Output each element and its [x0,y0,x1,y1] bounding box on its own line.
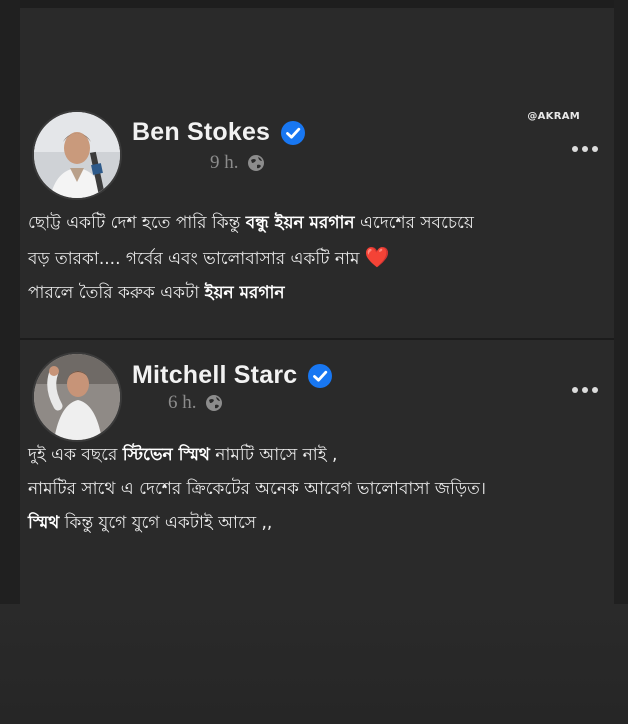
post-time[interactable]: 9 h. [210,152,239,174]
avatar[interactable] [32,352,122,442]
post-text: ছোট্ট একটি দেশ হতে পারি কিন্তু বন্ধু ইয়… [28,206,608,310]
post-meta: 9 h. [210,152,265,174]
post-text-line: দুই এক বছরে স্টিভেন স্মিথ নামটি আসে নাই … [28,438,608,472]
highlight-name: ইয়ন মরগান [204,283,285,303]
post-text-line: বড় তারকা.... গর্বের এবং ভালোবাসার একটি … [28,240,608,276]
post-text-line: নামটির সাথে এ দেশের ক্রিকেটের অনেক আবেগ … [28,472,608,506]
post-time[interactable]: 6 h. [168,392,197,414]
author-name-text[interactable]: Ben Stokes [132,118,270,147]
highlight-name: স্টিভেন স্মিথ [122,445,210,465]
verified-badge-icon [308,363,333,388]
heart-emoji: ❤️ [364,245,390,269]
text-span: নামটির সাথে এ দেশের ক্রিকেটের অনেক আবেগ … [28,479,486,499]
avatar-photo [34,112,120,198]
more-options-icon[interactable] [572,387,598,393]
text-span: এদেশের সবচেয়ে [354,213,474,233]
post-ben-stokes: Ben Stokes 9 h. @AKRAM ছোট্ট একটি দেশ হত… [20,96,614,338]
author-name[interactable]: Mitchell Starc [132,361,333,390]
avatar[interactable] [32,110,122,200]
post-text-line: ছোট্ট একটি দেশ হতে পারি কিন্তু বন্ধু ইয়… [28,206,608,240]
globe-icon [247,155,264,171]
highlight-name: বন্ধু ইয়ন মরগান [245,213,355,233]
post-mitchell-starc: Mitchell Starc 6 h. দুই এক বছরে স্টিভেন … [20,340,614,640]
text-span: ছোট্ট একটি দেশ হতে পারি কিন্তু [28,213,246,233]
avatar-photo [34,354,120,440]
post-text-line: পারলে তৈরি করুক একটা ইয়ন মরগান [28,276,608,310]
text-span: নামটি আসে নাই , [209,445,338,465]
post-meta: 6 h. [168,392,223,414]
highlight-name: স্মিথ [28,513,60,533]
post-text-line: স্মিথ কিন্তু যুগে যুগে একটাই আসে ,, [28,506,608,540]
text-span: দুই এক বছরে [28,445,123,465]
watermark: @AKRAM [527,111,580,122]
more-options-icon[interactable] [572,146,598,152]
text-span: পারলে তৈরি করুক একটা [28,283,205,303]
text-span: কিন্তু যুগে যুগে একটাই আসে ,, [59,513,273,533]
globe-icon [205,395,222,411]
author-name-text[interactable]: Mitchell Starc [132,361,297,390]
author-name[interactable]: Ben Stokes [132,118,306,147]
post-text: দুই এক বছরে স্টিভেন স্মিথ নামটি আসে নাই … [28,438,608,540]
text-span: বড় তারকা.... গর্বের এবং ভালোবাসার একটি … [28,249,365,269]
verified-badge-icon [281,120,306,145]
